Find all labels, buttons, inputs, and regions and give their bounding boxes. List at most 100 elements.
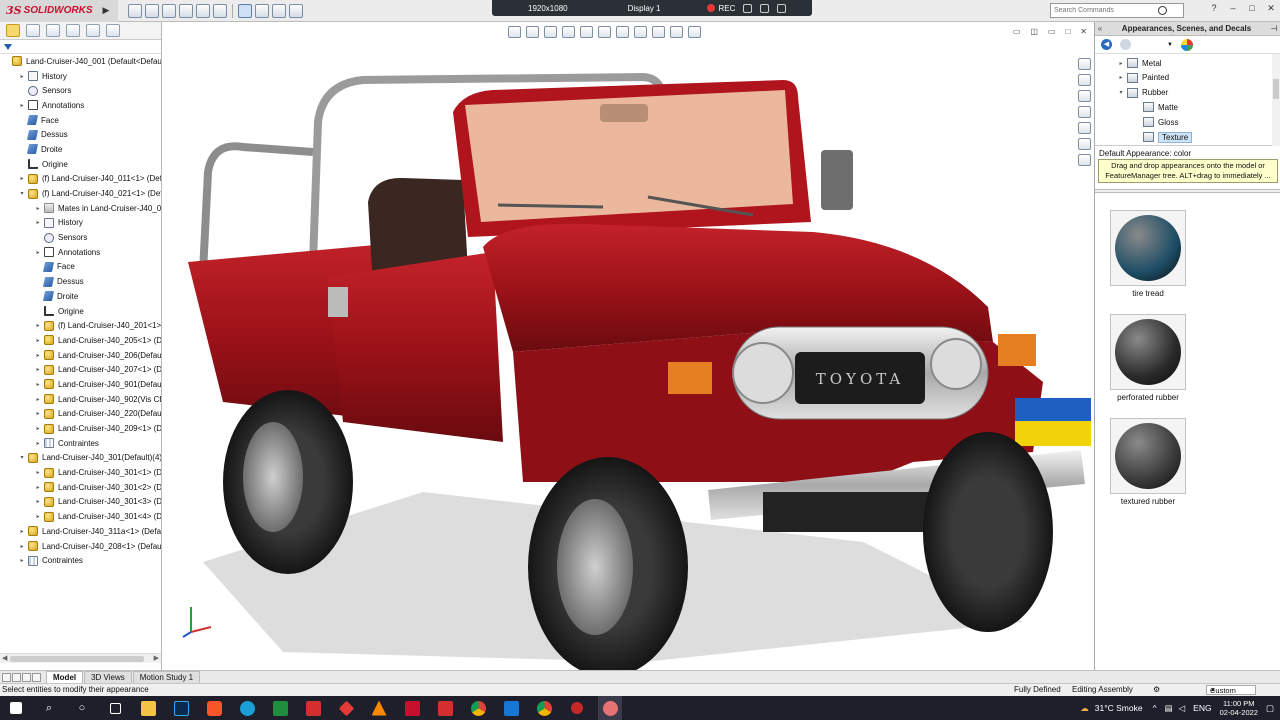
forward-arrow-icon[interactable] — [1120, 39, 1131, 50]
scroll-right-icon[interactable]: ▶ — [154, 654, 159, 662]
tree-item[interactable]: ▸ (f) Land-Cruiser-J40_011<1> (Default — [0, 172, 161, 187]
prev-tab-icon[interactable] — [12, 672, 21, 682]
view-settings-icon[interactable] — [688, 26, 701, 38]
rebuild-icon[interactable] — [255, 3, 269, 18]
tree-item[interactable]: Dessus — [0, 274, 161, 289]
expand-arrow-icon[interactable]: ▸ — [34, 366, 42, 373]
solidworks-resources-icon[interactable] — [1077, 58, 1091, 70]
display-manager-tab-icon[interactable] — [86, 24, 100, 37]
view-orientation-icon[interactable] — [598, 26, 611, 38]
tree-item[interactable]: Origine — [0, 157, 161, 172]
tree-item[interactable]: Face — [0, 260, 161, 275]
viewport-close-icon[interactable]: ✕ — [1080, 27, 1087, 36]
edge-icon[interactable] — [235, 696, 259, 720]
maximize-icon[interactable]: □ — [1247, 3, 1257, 13]
expand-arrow-icon[interactable]: ▸ — [34, 513, 42, 520]
tree-item[interactable]: Droite — [0, 142, 161, 157]
notification-icon[interactable]: ▢ — [1266, 703, 1274, 714]
wps-icon[interactable] — [433, 696, 457, 720]
photoshop-icon[interactable] — [169, 696, 193, 720]
property-manager-tab-icon[interactable] — [26, 24, 40, 37]
expand-arrow-icon[interactable]: ▸ — [34, 425, 42, 432]
pen-icon[interactable] — [760, 3, 770, 13]
expand-arrow-icon[interactable]: ▸ — [34, 352, 42, 359]
collapse-panel-icon[interactable]: « — [1095, 24, 1105, 33]
chrome-profile-icon[interactable] — [532, 696, 556, 720]
last-tab-icon[interactable] — [32, 672, 41, 682]
swatch-preview[interactable] — [1110, 210, 1186, 286]
expand-arrow-icon[interactable]: ▸ — [18, 102, 26, 109]
tree-item[interactable]: ▸ Land-Cruiser-J40_220(Default)(2 — [0, 407, 161, 422]
tree-item[interactable]: Face — [0, 113, 161, 128]
tab-3d-views[interactable]: 3D Views — [84, 671, 132, 683]
back-arrow-icon[interactable]: ◀ — [1101, 39, 1112, 50]
appearance-category-item[interactable]: ▾ Rubber — [1117, 86, 1168, 100]
tree-item[interactable]: ▸ Mates in Land-Cruiser-J40_001 — [0, 201, 161, 216]
panel-splitter[interactable] — [1095, 189, 1280, 193]
language-indicator[interactable]: ENG — [1193, 703, 1211, 713]
expand-arrow-icon[interactable]: ▸ — [34, 484, 42, 491]
zoom-to-fit-icon[interactable] — [508, 26, 521, 38]
close-icon[interactable]: ✕ — [1266, 3, 1276, 13]
tree-item[interactable]: ▸ Land-Cruiser-J40_301<2> (Defau — [0, 480, 161, 495]
tab-model[interactable]: Model — [46, 671, 84, 683]
clock[interactable]: 11:00 PM 02-04-2022 — [1220, 699, 1258, 717]
save-icon[interactable] — [179, 3, 193, 18]
task-view-icon[interactable] — [103, 696, 127, 720]
expand-arrow-icon[interactable]: ▸ — [34, 498, 42, 505]
tree-filter[interactable] — [0, 40, 161, 54]
windows-start-icon[interactable] — [4, 696, 28, 720]
hide-show-items-icon[interactable] — [634, 26, 647, 38]
expand-arrow-icon[interactable]: ▸ — [34, 219, 42, 226]
search-commands-box[interactable] — [1050, 3, 1184, 18]
expand-arrow-icon[interactable]: ▸ — [18, 73, 26, 80]
tree-item[interactable]: ▸ History — [0, 216, 161, 231]
tree-item[interactable]: Droite — [0, 289, 161, 304]
category-scroll-thumb[interactable] — [1273, 79, 1279, 99]
dynamic-annotation-icon[interactable] — [580, 26, 593, 38]
file-explorer-icon[interactable] — [1077, 90, 1091, 102]
tree-item[interactable]: ▸ Annotations — [0, 98, 161, 113]
tree-item[interactable]: ▸ Land-Cruiser-J40_901(Default)(3 — [0, 377, 161, 392]
expand-arrow-icon[interactable]: ▾ — [1117, 89, 1125, 96]
options-gear-icon[interactable] — [289, 3, 303, 18]
viewport-restore-icon[interactable]: ▭ — [1013, 27, 1021, 36]
taskbar-search-icon[interactable]: ⌕ — [37, 696, 61, 720]
units-dropdown-arrow-icon[interactable]: ▲ — [1210, 686, 1216, 695]
tree-item[interactable]: ▸ Land-Cruiser-J40_301<3> (Defau — [0, 495, 161, 510]
expand-arrow-icon[interactable]: ▸ — [34, 249, 42, 256]
expand-arrow-icon[interactable]: ▸ — [1117, 74, 1125, 81]
acrobat-icon[interactable] — [301, 696, 325, 720]
swatch-preview[interactable] — [1110, 314, 1186, 390]
tree-item[interactable]: ▸ Contraintes — [0, 553, 161, 568]
appearance-swatch[interactable]: tire tread — [1110, 210, 1186, 298]
dropdown-icon[interactable]: ▼ — [1167, 42, 1173, 48]
expand-arrow-icon[interactable]: ▸ — [34, 396, 42, 403]
help-icon[interactable]: ? — [1209, 3, 1219, 13]
tree-item[interactable]: ▸ (f) Land-Cruiser-J40_201<1> (De — [0, 318, 161, 333]
expand-arrow-icon[interactable]: ▸ — [34, 205, 42, 212]
weather-icon[interactable]: ☁ — [1080, 703, 1089, 714]
expand-arrow-icon[interactable]: ▸ — [34, 469, 42, 476]
active-app-icon[interactable] — [598, 696, 622, 720]
appearance-category-item[interactable]: Texture — [1133, 130, 1193, 144]
expand-arrow-icon[interactable]: ▸ — [34, 337, 42, 344]
custom-properties-icon[interactable] — [1077, 138, 1091, 150]
network-icon[interactable]: ▤ — [1165, 703, 1173, 714]
rec-label[interactable]: REC — [719, 4, 736, 13]
expand-arrow-icon[interactable]: ▸ — [34, 381, 42, 388]
appearance-category-item[interactable]: ▸ Metal — [1117, 56, 1162, 70]
dimxpert-tab-icon[interactable] — [66, 24, 80, 37]
tree-item[interactable]: ▸ History — [0, 69, 161, 84]
home-icon[interactable] — [128, 3, 142, 18]
view-palette-icon[interactable] — [1077, 106, 1091, 118]
forum-icon[interactable] — [1077, 154, 1091, 166]
tree-horizontal-scrollbar[interactable]: ◀ ▶ — [0, 653, 161, 663]
expand-arrow-icon[interactable]: ▾ — [18, 190, 26, 197]
viewport-tile-icon[interactable]: ◫ — [1030, 27, 1038, 36]
brave-icon[interactable] — [202, 696, 226, 720]
pin-icon[interactable]: ⊣ — [1268, 24, 1280, 33]
appearance-sphere-icon[interactable] — [1180, 38, 1193, 51]
undo-icon[interactable] — [213, 3, 227, 18]
tree-item[interactable]: ▸ Land-Cruiser-J40_209<1> (Defau — [0, 421, 161, 436]
